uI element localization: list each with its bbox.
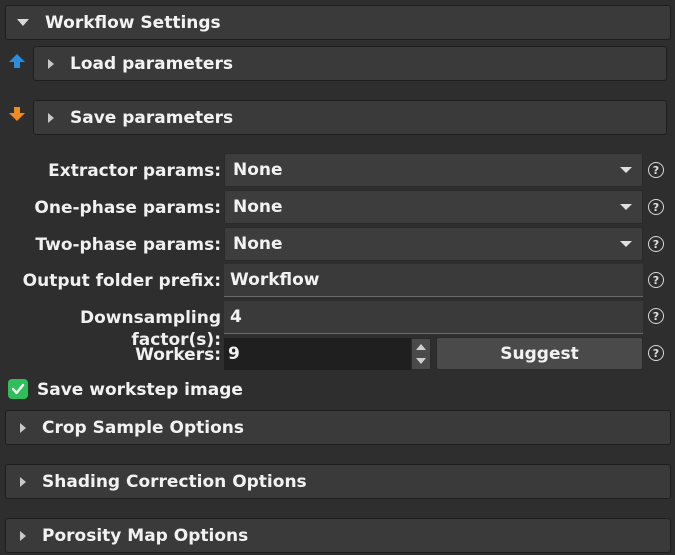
extractor-params-select[interactable]: None [224,153,643,187]
expand-triangle-icon [20,422,26,433]
collapse-triangle-icon [17,19,29,26]
porosity-map-options-header[interactable]: Porosity Map Options [5,518,671,553]
workflow-settings-header[interactable]: Workflow Settings [5,5,671,40]
chevron-down-icon [620,241,632,247]
expand-triangle-icon [48,112,54,123]
suggest-button[interactable]: Suggest [436,337,643,370]
shading-correction-options-title: Shading Correction Options [42,471,307,492]
load-parameters-title: Load parameters [70,53,233,74]
save-workstep-image-label[interactable]: Save workstep image [37,379,243,401]
workflow-settings-title: Workflow Settings [45,12,221,33]
downsampling-help-icon[interactable]: ? [648,308,664,324]
workers-help-icon[interactable]: ? [648,345,664,361]
one-phase-params-value: None [233,197,283,217]
two-phase-params-select[interactable]: None [224,227,643,261]
save-workstep-image-checkbox[interactable] [8,379,28,399]
save-parameters-title: Save parameters [70,107,234,128]
output-folder-prefix-value: Workflow [230,270,320,290]
spin-down-icon[interactable] [416,358,426,364]
crop-sample-options-header[interactable]: Crop Sample Options [5,410,671,445]
one-phase-params-help-icon[interactable]: ? [648,199,664,215]
chevron-down-icon [620,204,632,210]
expand-triangle-icon [20,530,26,541]
porosity-map-options-title: Porosity Map Options [42,525,249,546]
one-phase-params-label: One-phase params: [34,198,221,218]
workers-value: 9 [228,344,240,364]
downsampling-value: 4 [230,307,242,327]
two-phase-params-help-icon[interactable]: ? [648,236,664,252]
load-arrow-up-icon [9,54,25,68]
workers-spin-buttons[interactable] [411,338,431,370]
shading-correction-options-header[interactable]: Shading Correction Options [5,464,671,499]
save-parameters-header[interactable]: Save parameters [33,100,667,135]
extractor-params-help-icon[interactable]: ? [648,162,664,178]
one-phase-params-select[interactable]: None [224,190,643,224]
chevron-down-icon [620,167,632,173]
output-folder-prefix-label: Output folder prefix: [22,271,221,291]
downsampling-input[interactable]: 4 [224,301,643,334]
workers-label: Workers: [135,345,221,365]
extractor-params-label: Extractor params: [48,161,221,181]
crop-sample-options-title: Crop Sample Options [42,417,244,438]
two-phase-params-label: Two-phase params: [35,235,221,255]
expand-triangle-icon [20,476,26,487]
save-arrow-down-icon [9,107,25,121]
extractor-params-value: None [233,160,283,180]
load-parameters-header[interactable]: Load parameters [33,46,667,81]
expand-triangle-icon [48,58,54,69]
output-folder-prefix-input[interactable]: Workflow [224,264,643,297]
checkmark-icon [11,383,25,395]
two-phase-params-value: None [233,234,283,254]
workers-spinbox[interactable]: 9 [224,338,412,370]
output-folder-prefix-help-icon[interactable]: ? [648,272,664,288]
spin-up-icon[interactable] [416,344,426,350]
